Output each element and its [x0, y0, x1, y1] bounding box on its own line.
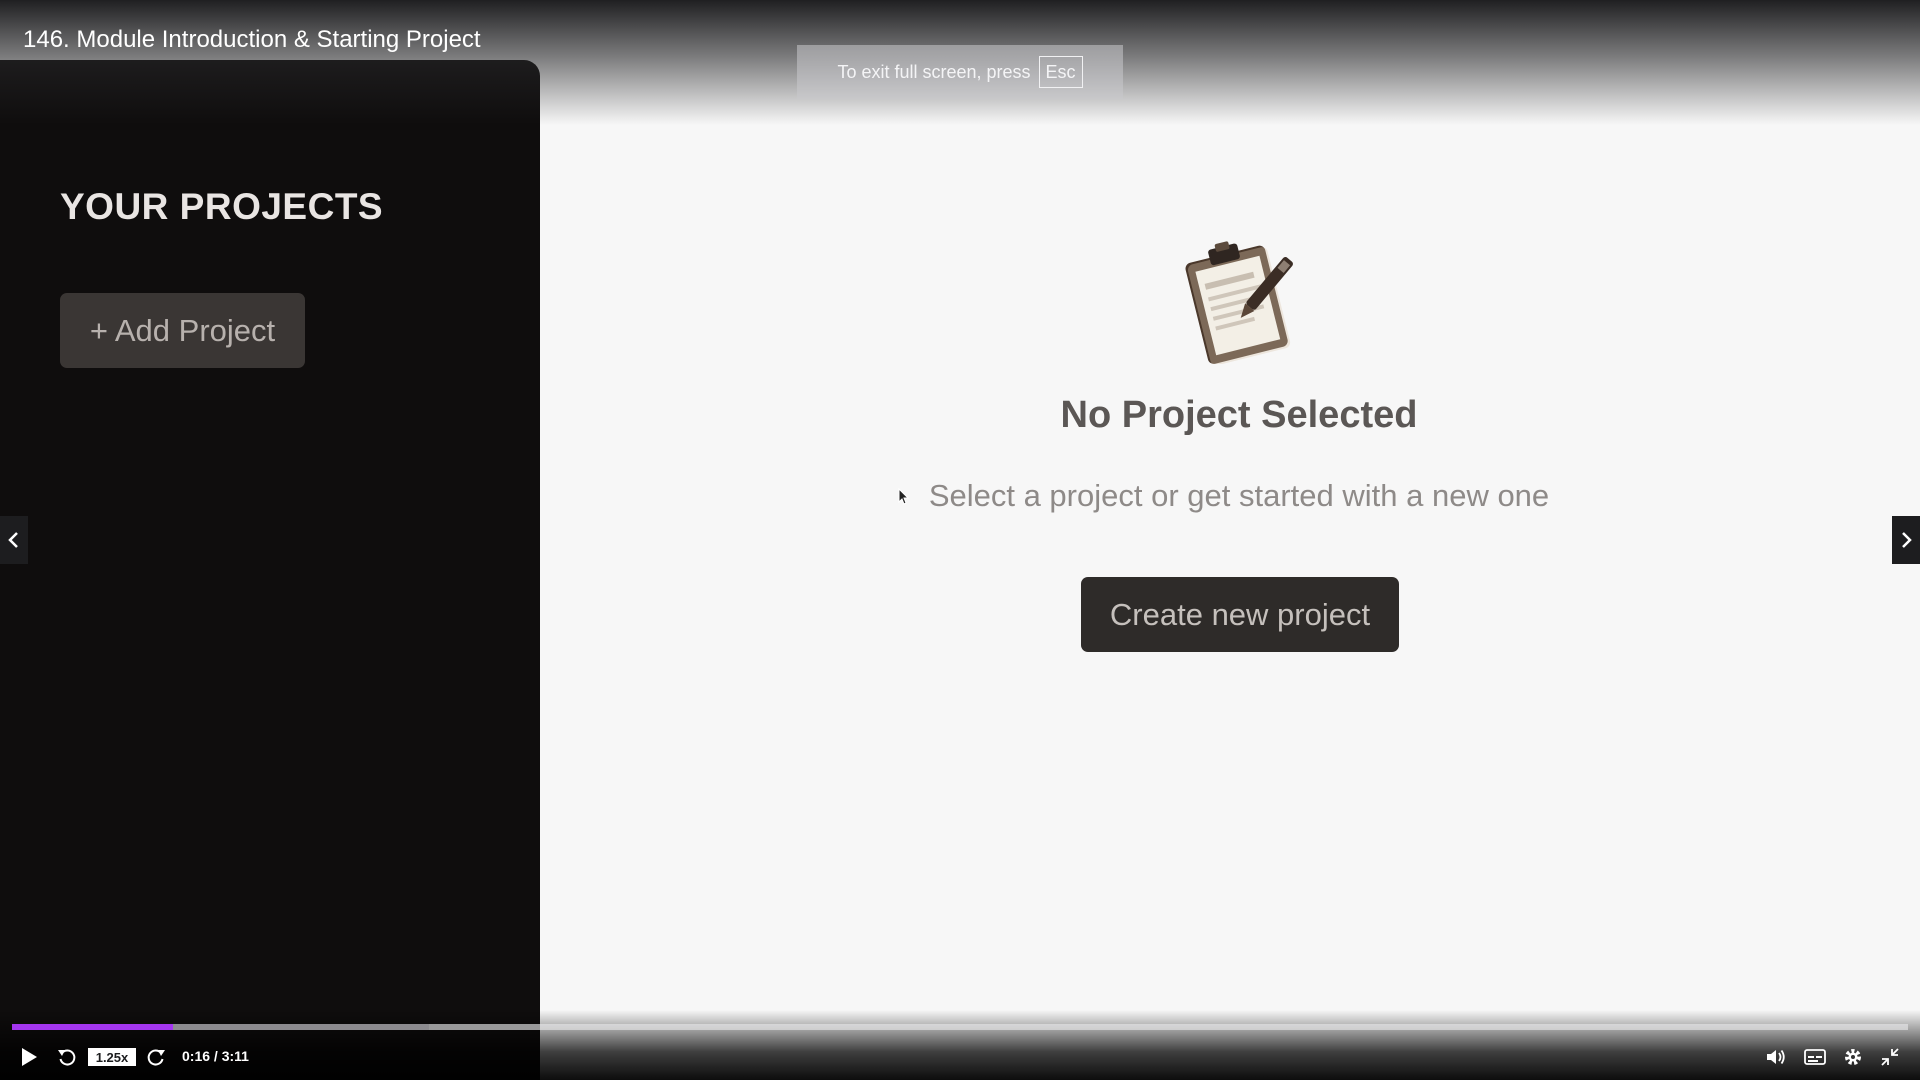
empty-state-subtitle: Select a project or get started with a n…: [928, 478, 1550, 513]
video-progress-bar[interactable]: [12, 1024, 1908, 1030]
fullscreen-notice: To exit full screen, press Esc: [797, 45, 1123, 99]
chevron-right-icon: [1902, 532, 1912, 548]
captions-icon: [1804, 1049, 1826, 1065]
main-content: [540, 60, 1920, 1020]
gear-icon: [1845, 1049, 1861, 1065]
play-icon: [22, 1048, 37, 1066]
empty-state-title: No Project Selected: [1060, 394, 1418, 436]
previous-lecture-button[interactable]: [0, 516, 28, 564]
projects-sidebar: YOUR PROJECTS + Add Project: [0, 60, 540, 1080]
esc-key-badge: Esc: [1038, 56, 1083, 88]
progress-played: [12, 1024, 174, 1030]
forward-icon: [147, 1049, 165, 1066]
forward-button[interactable]: [142, 1040, 170, 1074]
settings-button[interactable]: [1839, 1040, 1867, 1074]
exit-fullscreen-icon: [1881, 1048, 1899, 1066]
rewind-button[interactable]: [53, 1040, 81, 1074]
player-controls: 1.25x 0:16 / 3:11: [0, 1040, 1920, 1074]
time-display: 0:16 / 3:11: [182, 1048, 249, 1064]
sidebar-title: YOUR PROJECTS: [60, 186, 384, 227]
exit-fullscreen-button[interactable]: [1876, 1040, 1904, 1074]
fullscreen-notice-text: To exit full screen, press: [837, 61, 1031, 82]
clipboard-icon: [1185, 241, 1293, 364]
next-lecture-button[interactable]: [1892, 516, 1920, 564]
create-project-button[interactable]: Create new project: [1081, 577, 1399, 652]
volume-icon: [1767, 1049, 1785, 1065]
volume-button[interactable]: [1762, 1040, 1790, 1074]
add-project-button[interactable]: + Add Project: [60, 293, 305, 368]
mouse-cursor-icon: [898, 488, 910, 505]
playback-speed-button[interactable]: 1.25x: [88, 1048, 136, 1066]
video-title: 146. Module Introduction & Starting Proj…: [23, 26, 481, 53]
play-button[interactable]: [14, 1040, 44, 1074]
chevron-left-icon: [8, 532, 18, 548]
rewind-icon: [58, 1049, 76, 1066]
captions-button[interactable]: [1801, 1040, 1829, 1074]
